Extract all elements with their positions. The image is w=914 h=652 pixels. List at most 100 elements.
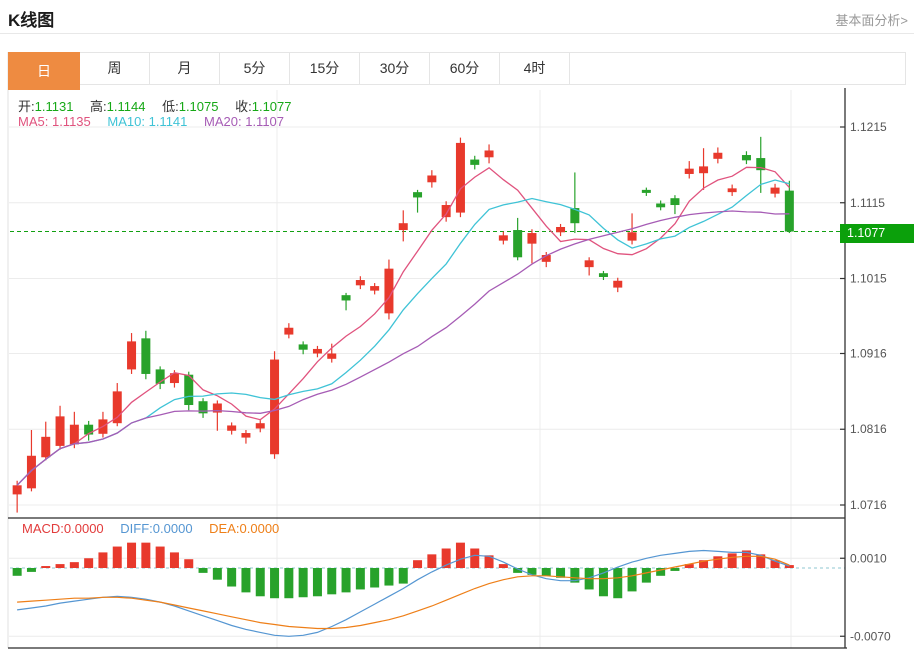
candle-body — [413, 192, 423, 198]
candle-body — [227, 425, 237, 431]
candle-body — [656, 203, 666, 208]
low-value: 1.1075 — [178, 99, 219, 114]
macd-bar — [26, 568, 36, 572]
close-value: 1.1077 — [251, 99, 292, 114]
candle-body — [141, 338, 151, 374]
macd-bar — [12, 568, 22, 576]
macd-bar — [613, 568, 623, 599]
macd-bar — [155, 546, 165, 568]
candle-body — [12, 485, 22, 495]
candle-body — [741, 155, 751, 161]
candle-body — [270, 359, 280, 455]
macd-bar — [384, 568, 394, 586]
candle-body — [41, 436, 51, 458]
tab-15min[interactable]: 15分 — [290, 53, 360, 84]
candle-body — [727, 188, 737, 193]
y-axis-tick-label: 1.0816 — [850, 422, 887, 436]
candle-body — [484, 150, 494, 158]
candle-body — [470, 159, 480, 165]
candle-body — [327, 353, 337, 359]
tab-day[interactable]: 日 — [8, 52, 80, 90]
tab-5min[interactable]: 5分 — [220, 53, 290, 84]
candle-body — [298, 344, 308, 350]
macd-bar — [69, 562, 79, 568]
y-axis-tick-label: 1.1015 — [850, 272, 887, 286]
macd-bar — [355, 568, 365, 590]
macd-bar — [84, 558, 94, 568]
macd-bar — [713, 556, 723, 568]
period-tabbar: 日 周 月 5分 15分 30分 60分 4时 — [8, 52, 906, 90]
macd-bar — [413, 560, 423, 568]
candle-body — [55, 416, 65, 446]
close-label: 收: — [235, 99, 252, 114]
open-value: 1.1131 — [34, 99, 74, 114]
macd-bar — [270, 568, 280, 599]
candle-body — [427, 175, 437, 183]
candle-body — [455, 142, 465, 213]
macd-bar — [98, 552, 108, 568]
macd-bar — [727, 553, 737, 568]
tab-30min[interactable]: 30分 — [360, 53, 430, 84]
macd-bar — [212, 568, 222, 580]
candle-body — [112, 391, 122, 424]
macd-legend: MACD:0.0000 DIFF:0.0000 DEA:0.0000 — [22, 521, 292, 536]
high-label: 高: — [90, 99, 107, 114]
y-axis-tick-label: 1.1115 — [850, 196, 885, 210]
candle-body — [556, 226, 566, 233]
candle-body — [284, 327, 294, 335]
ma-legend: MA5: 1.1135 MA10: 1.1141 MA20: 1.1107 — [18, 114, 297, 129]
tab-4hour[interactable]: 4时 — [500, 53, 570, 84]
candle-body — [699, 166, 709, 174]
low-label: 低: — [162, 99, 179, 114]
macd-bar — [127, 542, 137, 568]
candle-body — [598, 273, 608, 277]
dea-value-legend: DEA:0.0000 — [209, 521, 280, 536]
macd-bar — [427, 554, 437, 568]
candle-body — [627, 232, 637, 241]
macd-bar — [198, 568, 208, 573]
candle-body — [498, 235, 508, 241]
tab-month[interactable]: 月 — [150, 53, 220, 84]
candle-body — [312, 348, 322, 354]
macd-layer — [12, 542, 794, 637]
y-axis-tick-label: 1.0916 — [850, 346, 887, 360]
candle-body — [784, 190, 794, 232]
y-axis-tick-label: 1.0716 — [850, 498, 887, 512]
macd-bar — [255, 568, 265, 597]
tab-60min[interactable]: 60分 — [430, 53, 500, 84]
macd-bar — [627, 568, 637, 592]
candle-body — [713, 152, 723, 159]
ma10-legend: MA10: 1.1141 — [107, 114, 188, 129]
tab-week[interactable]: 周 — [80, 53, 150, 84]
macd-bar — [227, 568, 237, 587]
macd-bar — [141, 542, 151, 568]
macd-bar — [55, 564, 65, 568]
candle-body — [613, 280, 623, 288]
macd-bar — [641, 568, 651, 583]
candle-body — [255, 423, 265, 429]
macd-bar — [41, 566, 51, 568]
macd-bar — [455, 542, 465, 568]
candle-body — [441, 205, 451, 218]
macd-value-legend: MACD:0.0000 — [22, 521, 104, 536]
macd-bar — [327, 568, 337, 595]
macd-bar — [370, 568, 380, 588]
candle-body — [584, 260, 594, 268]
candle-body — [398, 223, 408, 231]
candle-body — [670, 198, 680, 206]
macd-bar — [184, 559, 194, 568]
candle-body — [527, 233, 537, 244]
kline-widget: K线图 基本面分析> 日 周 月 5分 15分 30分 60分 4时 1.121… — [0, 0, 914, 652]
ohlc-legend: 开:1.1131 高:1.1144 低:1.1075 收:1.1077 — [18, 96, 305, 115]
macd-bar — [312, 568, 322, 597]
candle-body — [26, 455, 36, 489]
diff-value-legend: DIFF:0.0000 — [120, 521, 193, 536]
macd-bar — [284, 568, 294, 599]
candle-body — [127, 341, 137, 370]
candles-layer — [12, 136, 794, 513]
macd-bar — [498, 564, 508, 568]
ma5-legend: MA5: 1.1135 — [18, 114, 91, 129]
macd-bar — [298, 568, 308, 598]
macd-bar — [241, 568, 251, 593]
macd-bar — [112, 546, 122, 568]
